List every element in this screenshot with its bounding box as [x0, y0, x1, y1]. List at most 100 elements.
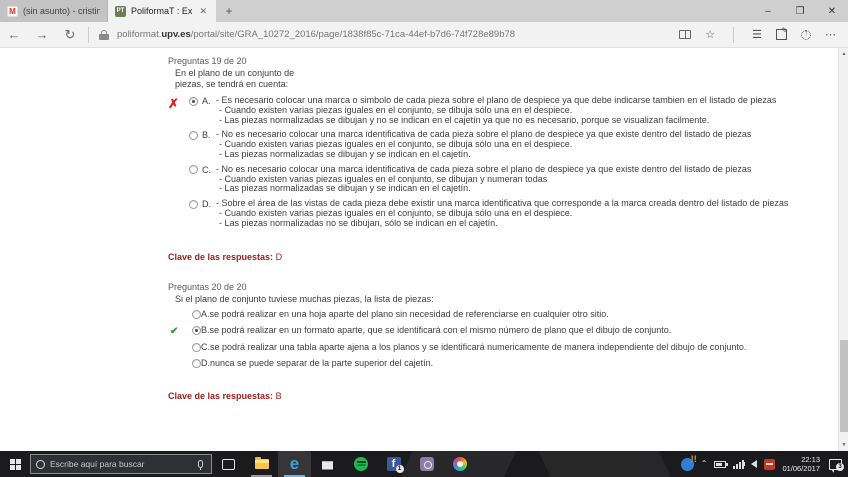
tab-bar: M (sin asunto) - cristinamartim PT Polif…	[0, 0, 848, 22]
new-tab-button[interactable]: +	[216, 0, 242, 22]
speaker-icon[interactable]	[751, 460, 757, 468]
tab-title: PoliformaT : Expresión C	[131, 6, 192, 16]
alert-tray-icon[interactable]	[681, 458, 694, 471]
facebook-icon: f1	[387, 457, 401, 471]
cortana-search-box[interactable]: Escribe aquí para buscar	[30, 454, 212, 474]
forward-button[interactable]: →	[28, 27, 56, 42]
refresh-button[interactable]: ↻	[56, 27, 84, 43]
option-letter: C.	[201, 342, 210, 352]
tray-app-icon[interactable]	[764, 459, 775, 470]
lock-icon	[99, 30, 109, 40]
store-button[interactable]	[311, 451, 344, 477]
radio-option-b[interactable]	[192, 326, 201, 335]
show-hidden-icons-chevron[interactable]: ⌃	[701, 459, 708, 468]
address-bar[interactable]: poliformat.upv.es/portal/site/GRA_10272_…	[117, 29, 515, 40]
answer-key-20: Clave de las respuestas: B	[168, 391, 818, 401]
start-button[interactable]	[0, 459, 30, 470]
option-letter: B.	[202, 130, 216, 159]
maximize-button[interactable]: ❐	[784, 0, 816, 22]
facebook-button[interactable]: f1	[377, 451, 410, 477]
option-c: C. - No es necesario colocar una marca i…	[168, 165, 818, 194]
windows-taskbar: Escribe aquí para buscar e f1 ⌃	[0, 451, 848, 477]
radio-option-d[interactable]	[192, 359, 201, 368]
navbar-actions: ☆ ☰ ⋯	[679, 27, 848, 43]
option-b: B. - No es necesario colocar una marca i…	[168, 130, 818, 159]
facebook-badge: 1	[396, 465, 404, 473]
option-a: A. se podrá realizar en una hoja aparte …	[192, 309, 818, 319]
question-19-text: En el plano de un conjunto de piezas, se…	[175, 68, 818, 89]
clock[interactable]: 22:13 01/06/2017	[782, 455, 820, 473]
tab-title: (sin asunto) - cristinamartim	[23, 6, 100, 16]
photo-app-button[interactable]	[410, 451, 443, 477]
radio-option-d[interactable]	[189, 200, 198, 209]
file-explorer-button[interactable]	[245, 451, 278, 477]
more-options-icon[interactable]: ⋯	[825, 28, 836, 41]
edge-browser-window: M (sin asunto) - cristinamartim PT Polif…	[0, 0, 848, 477]
radio-option-c[interactable]	[189, 165, 198, 174]
option-d: D. nunca se puede separar de la parte su…	[192, 358, 818, 368]
question-19-options: ✗ A. - Es necesario colocar una marca o …	[168, 96, 818, 229]
vertical-scrollbar[interactable]: ▲ ▼	[838, 48, 848, 451]
scrollbar-thumb[interactable]	[840, 340, 848, 432]
tab-poliformat[interactable]: PT PoliformaT : Expresión C ✕	[108, 0, 216, 22]
question-20-options: A. se podrá realizar en una hoja aparte …	[192, 309, 818, 368]
correct-mark-icon: ✔	[170, 326, 178, 337]
paint-app-icon	[453, 457, 467, 471]
minimize-button[interactable]: –	[752, 0, 784, 22]
option-text: se podrá realizar en una hoja aparte del…	[210, 309, 609, 319]
option-text: - No es necesario colocar una marca iden…	[216, 165, 751, 194]
radio-option-a[interactable]	[189, 97, 198, 106]
hub-icon[interactable]: ☰	[752, 28, 762, 41]
option-d: D. - Sobre el área de las vistas de cada…	[168, 199, 818, 228]
back-button[interactable]: ←	[0, 27, 28, 42]
spotify-icon	[354, 457, 368, 471]
folder-icon	[255, 459, 269, 469]
option-letter: A.	[201, 309, 210, 319]
option-letter: A.	[202, 96, 216, 125]
answer-key-19: Clave de las respuestas: D	[168, 252, 818, 262]
scroll-up-icon[interactable]: ▲	[839, 48, 848, 60]
option-letter: D.	[201, 358, 210, 368]
radio-option-b[interactable]	[189, 131, 198, 140]
gmail-icon: M	[7, 6, 18, 17]
clock-date: 01/06/2017	[782, 464, 820, 473]
question-20-header: Preguntas 20 de 20	[168, 282, 818, 292]
notification-badge: 3	[836, 463, 844, 471]
paint-app-button[interactable]	[443, 451, 476, 477]
action-center-icon[interactable]: 3	[829, 459, 842, 470]
task-view-button[interactable]	[212, 451, 245, 477]
microphone-icon[interactable]	[198, 460, 203, 468]
reading-view-icon[interactable]	[679, 30, 691, 39]
tab-gmail[interactable]: M (sin asunto) - cristinamartim	[0, 0, 108, 22]
taskbar-apps: e f1	[212, 451, 476, 477]
option-text: - Es necesario colocar una marca o simbo…	[216, 96, 776, 125]
share-icon[interactable]	[801, 30, 811, 40]
question-19-header: Preguntas 19 de 20	[168, 56, 818, 66]
web-note-icon[interactable]	[776, 29, 787, 40]
favorites-star-icon[interactable]: ☆	[705, 28, 715, 41]
spotify-button[interactable]	[344, 451, 377, 477]
clock-time: 22:13	[782, 455, 820, 464]
radio-option-c[interactable]	[192, 343, 201, 352]
option-text: - No es necesario colocar una marca iden…	[216, 130, 751, 159]
edge-button[interactable]: e	[278, 451, 311, 477]
divider	[88, 27, 89, 43]
window-controls: – ❐ ✕	[752, 0, 848, 22]
page-content: Preguntas 19 de 20 En el plano de un con…	[0, 48, 838, 451]
question-20-text: Si el plano de conjunto tuviese muchas p…	[175, 294, 818, 305]
edge-icon: e	[290, 456, 299, 472]
close-button[interactable]: ✕	[816, 0, 848, 22]
option-text: se podrá realizar en un formato aparte, …	[210, 325, 672, 335]
option-text: nunca se puede separar de la parte super…	[210, 358, 433, 368]
radio-option-a[interactable]	[192, 310, 201, 319]
battery-icon[interactable]	[714, 461, 726, 468]
task-view-icon	[222, 459, 235, 470]
option-letter: B.	[201, 325, 210, 335]
camera-app-icon	[420, 457, 434, 471]
quiz-feedback: Preguntas 19 de 20 En el plano de un con…	[168, 56, 818, 401]
option-letter: C.	[202, 165, 216, 194]
incorrect-mark-icon: ✗	[168, 96, 179, 111]
tab-close-icon[interactable]: ✕	[197, 6, 209, 17]
option-text: se podrá realizar una tabla aparte ajena…	[210, 342, 746, 352]
scroll-down-icon[interactable]: ▼	[839, 439, 848, 451]
